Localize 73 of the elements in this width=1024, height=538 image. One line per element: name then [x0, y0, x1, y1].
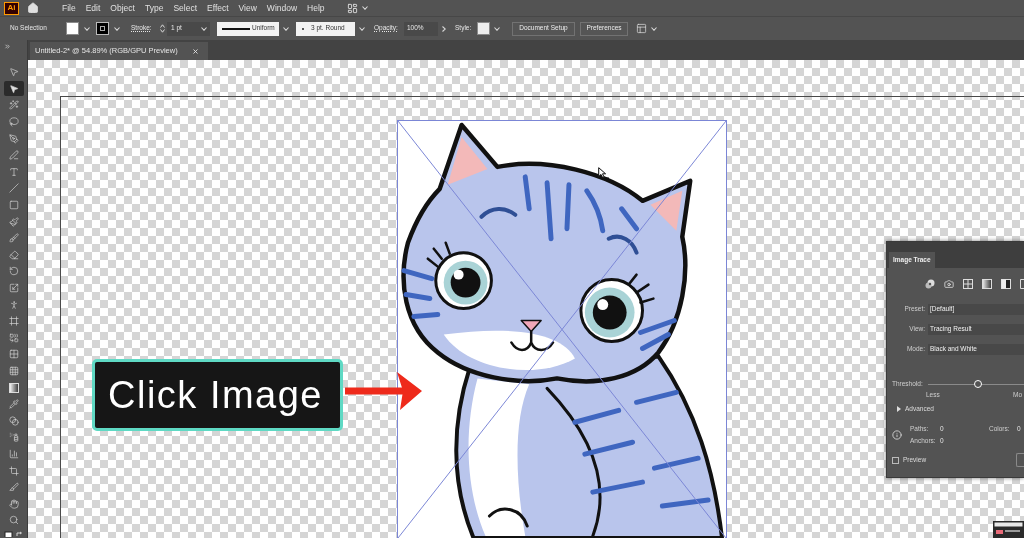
slider-thumb[interactable] [973, 380, 982, 388]
lasso-icon [8, 117, 19, 128]
overlapping-circles-icon [8, 415, 19, 426]
square-outline-icon[interactable] [1020, 279, 1024, 289]
half-filled-square-icon[interactable] [1001, 279, 1011, 289]
menu-item[interactable]: Edit [85, 3, 101, 13]
caret-icon[interactable] [359, 26, 365, 31]
info-icon[interactable] [892, 430, 902, 440]
person-icon [8, 299, 19, 310]
grid-icon [8, 349, 19, 360]
caret-icon[interactable] [114, 26, 120, 31]
spray-can-icon [8, 432, 19, 443]
menu-item[interactable]: Object [110, 3, 135, 13]
caret-icon[interactable] [201, 26, 207, 31]
caret-icon[interactable] [361, 6, 368, 10]
magnifier-icon [8, 515, 19, 526]
caret-icon[interactable] [283, 26, 289, 31]
scale-icon [8, 283, 19, 293]
paintbrush-icon [8, 216, 19, 227]
arrow-pointer-icon [8, 83, 19, 94]
gradient-square-icon [8, 382, 19, 393]
camera-icon[interactable] [944, 279, 954, 289]
line-icon [8, 183, 19, 194]
hand-icon [8, 498, 19, 509]
brush-icon [8, 233, 19, 244]
app-logo: Ai [4, 1, 19, 15]
preview-checkbox[interactable] [892, 456, 899, 464]
gradient-square-icon[interactable] [982, 279, 992, 289]
home-icon[interactable] [27, 2, 39, 14]
layout-icon[interactable] [346, 2, 358, 14]
arrow-pointer-icon [8, 67, 19, 78]
caret-icon[interactable] [651, 26, 657, 31]
rectangle-icon [8, 200, 19, 211]
spinner-icon[interactable] [160, 24, 165, 33]
rotate-icon [8, 266, 19, 277]
eyedropper-icon [8, 399, 19, 410]
combine-shapes-icon [8, 332, 19, 343]
crop-icon [8, 465, 19, 476]
frame-icon [8, 316, 19, 327]
pen-line-icon [8, 150, 19, 161]
tool-button[interactable] [3, 81, 24, 97]
fill-swatch[interactable] [66, 22, 79, 35]
caret-icon[interactable] [494, 26, 500, 31]
selected-cat-drawing[interactable] [397, 120, 727, 538]
mesh-grid-icon [8, 366, 19, 376]
double-chevron-icon[interactable] [4, 43, 11, 50]
bar-chart-icon [8, 448, 19, 459]
grid-square-icon[interactable] [963, 279, 973, 289]
cursor-icon [598, 167, 609, 181]
menu-item[interactable]: Select [173, 3, 197, 13]
caret-icon[interactable] [84, 26, 90, 31]
eraser-icon [8, 249, 19, 260]
fill-stroke-icon[interactable] [3, 530, 24, 537]
menu-item[interactable]: Type [144, 3, 164, 13]
line-preview-icon [222, 27, 250, 30]
color-blobs-icon[interactable] [925, 279, 935, 289]
knife-icon [8, 482, 19, 493]
menu-item[interactable]: Help [307, 3, 325, 13]
stroke-swatch[interactable] [96, 22, 109, 35]
magic-wand-icon [8, 100, 19, 111]
pen-nib-icon [8, 133, 19, 144]
chevron-right-icon[interactable] [442, 25, 446, 32]
menu-item[interactable]: Window [266, 3, 298, 13]
menu-item[interactable]: File [62, 3, 76, 13]
menu-item[interactable]: Effect [207, 3, 229, 13]
panels-icon[interactable] [636, 23, 647, 34]
callout-label: Click Image [92, 359, 343, 431]
style-swatch[interactable] [477, 22, 490, 35]
type-icon [8, 166, 19, 177]
cut-off-button[interactable] [1016, 453, 1024, 467]
close-icon[interactable] [192, 47, 199, 55]
menu-item[interactable]: View [238, 3, 257, 13]
thumbnail-drawing [993, 521, 1024, 538]
